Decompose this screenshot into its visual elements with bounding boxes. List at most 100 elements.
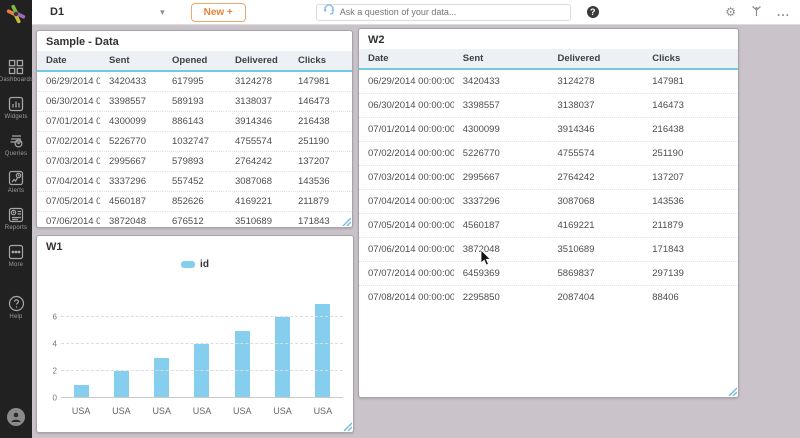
widget-title[interactable]: Sample - Data xyxy=(37,31,352,51)
column-header-clicks[interactable]: Clicks xyxy=(289,51,352,71)
column-header-clicks[interactable]: Clicks xyxy=(643,49,738,69)
sidebar-item-dashboards[interactable]: Dashboards xyxy=(0,53,32,90)
table-row[interactable]: 07/04/2014 0033372965574523087068143536 xyxy=(37,171,352,191)
bar[interactable] xyxy=(194,344,209,398)
column-header-opened[interactable]: Opened xyxy=(163,51,226,71)
sidebar-item-alerts[interactable]: Alerts xyxy=(0,164,32,201)
column-header-sent[interactable]: Sent xyxy=(454,49,549,69)
table-cell: 137207 xyxy=(643,165,738,189)
table-cell: 07/08/2014 00:00:00 PD xyxy=(359,285,454,309)
chart-bars xyxy=(61,300,343,398)
sidebar: Dashboards Widgets Queries xyxy=(0,0,32,438)
sidebar-item-help[interactable]: Help xyxy=(0,289,32,327)
resize-handle[interactable] xyxy=(728,387,737,396)
chevron-down-icon[interactable]: ▾ xyxy=(160,7,165,18)
table-row[interactable]: 07/06/2014 00:00:00 PD387204835106891718… xyxy=(359,237,738,261)
table-cell: 3420433 xyxy=(100,71,163,91)
settings-gear-icon[interactable]: ⚙ xyxy=(725,6,736,18)
reports-icon xyxy=(8,207,24,223)
bar[interactable] xyxy=(275,317,290,398)
table-cell: 3510689 xyxy=(549,237,644,261)
table-row[interactable]: 07/08/2014 00:00:00 PD229585020874048840… xyxy=(359,285,738,309)
sidebar-item-label: Widgets xyxy=(4,114,27,120)
table-cell: 557452 xyxy=(163,171,226,191)
table-row[interactable]: 07/04/2014 00:00:00 PD333729630870681435… xyxy=(359,189,738,213)
bar-column xyxy=(262,300,302,398)
table-row[interactable]: 07/02/2014 00:00:00 PD522677047555742511… xyxy=(359,141,738,165)
table-row[interactable]: 07/06/2014 0038720486765123510689171843 xyxy=(37,211,352,228)
widget-title[interactable]: W2 xyxy=(359,29,738,49)
table-row[interactable]: 07/01/2014 00:00:00 PD430009939143462164… xyxy=(359,117,738,141)
app-logo-icon[interactable] xyxy=(0,0,32,27)
y-tick-label: 4 xyxy=(45,340,57,349)
column-header-date[interactable]: Date xyxy=(359,49,454,69)
y-tick-label: 0 xyxy=(45,394,57,403)
search-input[interactable] xyxy=(340,7,564,17)
bar-column xyxy=(222,300,262,398)
chart-legend[interactable]: id xyxy=(37,254,353,274)
bar-column xyxy=(101,300,141,398)
column-header-sent[interactable]: Sent xyxy=(100,51,163,71)
column-header-delivered[interactable]: Delivered xyxy=(226,51,289,71)
table-cell: 171843 xyxy=(643,237,738,261)
sample-data-table: DateSentOpenedDeliveredClicks06/29/2014 … xyxy=(37,51,352,228)
column-header-date[interactable]: Date xyxy=(37,51,100,71)
queries-icon xyxy=(8,133,24,149)
widget-w1: W1 id 0246 USAUSAUSAUSAUSAUSAUSA xyxy=(36,235,354,433)
table-row[interactable]: 07/05/2014 0045601878526264169221211879 xyxy=(37,191,352,211)
widget-title[interactable]: W1 xyxy=(37,236,353,256)
table-cell: 3398557 xyxy=(454,93,549,117)
more-icon xyxy=(8,244,24,260)
table-row[interactable]: 07/03/2014 00:00:00 PD299566727642421372… xyxy=(359,165,738,189)
table-cell: 2995667 xyxy=(454,165,549,189)
table-row[interactable]: 07/03/2014 0029956675798932764242137207 xyxy=(37,151,352,171)
x-tick-label: USA xyxy=(222,403,262,416)
more-options-icon[interactable]: ... xyxy=(777,6,790,18)
alerts-icon xyxy=(8,170,24,186)
resize-handle[interactable] xyxy=(343,422,352,431)
bar-column xyxy=(142,300,182,398)
sidebar-nav: Dashboards Widgets Queries xyxy=(0,53,32,327)
table-row[interactable]: 06/30/2014 0033985575891933138037146473 xyxy=(37,91,352,111)
sidebar-item-widgets[interactable]: Widgets xyxy=(0,90,32,127)
gridline xyxy=(61,343,343,344)
sidebar-item-reports[interactable]: Reports xyxy=(0,201,32,238)
table-row[interactable]: 07/07/2014 00:00:00 PD645936958698372971… xyxy=(359,261,738,285)
bar[interactable] xyxy=(315,304,330,398)
table-cell: 3337296 xyxy=(100,171,163,191)
table-row[interactable]: 07/01/2014 0043000998861433914346216438 xyxy=(37,111,352,131)
table-row[interactable]: 06/30/2014 00:00:00 PD339855731380371464… xyxy=(359,93,738,117)
sidebar-item-more[interactable]: More xyxy=(0,238,32,275)
table-cell: 3337296 xyxy=(454,189,549,213)
broadcast-icon[interactable] xyxy=(751,5,762,19)
sidebar-item-queries[interactable]: Queries xyxy=(0,127,32,164)
table-cell: 07/03/2014 00:00:00 PD xyxy=(359,165,454,189)
table-cell: 3872048 xyxy=(100,211,163,228)
sidebar-item-label: Reports xyxy=(5,225,27,231)
table-cell: 147981 xyxy=(643,69,738,93)
table-cell: 5869837 xyxy=(549,261,644,285)
table-cell: 216438 xyxy=(643,117,738,141)
table-cell: 211879 xyxy=(289,191,352,211)
table-cell: 07/04/2014 00 xyxy=(37,171,100,191)
column-header-delivered[interactable]: Delivered xyxy=(549,49,644,69)
table-cell: 297139 xyxy=(643,261,738,285)
bar[interactable] xyxy=(235,331,250,398)
table-cell: 2764242 xyxy=(549,165,644,189)
table-cell: 07/03/2014 00 xyxy=(37,151,100,171)
table-row[interactable]: 06/29/2014 0034204336179953124278147981 xyxy=(37,71,352,91)
bar-column xyxy=(303,300,343,398)
bar[interactable] xyxy=(154,358,169,398)
table-cell: 147981 xyxy=(289,71,352,91)
bar[interactable] xyxy=(114,371,129,398)
table-row[interactable]: 06/29/2014 00:00:00 PD342043331242781479… xyxy=(359,69,738,93)
resize-handle[interactable] xyxy=(342,217,351,226)
new-button[interactable]: New + xyxy=(191,3,246,22)
table-row[interactable]: 07/05/2014 00:00:00 PD456018741692212118… xyxy=(359,213,738,237)
ask-data-searchbox[interactable] xyxy=(316,4,571,21)
table-row[interactable]: 07/02/2014 00522677010327474755574251190 xyxy=(37,131,352,151)
help-badge-icon[interactable]: ? xyxy=(587,6,599,18)
chart-plot-area: 0246 xyxy=(61,300,343,398)
user-avatar[interactable] xyxy=(7,408,25,426)
bar[interactable] xyxy=(74,385,89,398)
